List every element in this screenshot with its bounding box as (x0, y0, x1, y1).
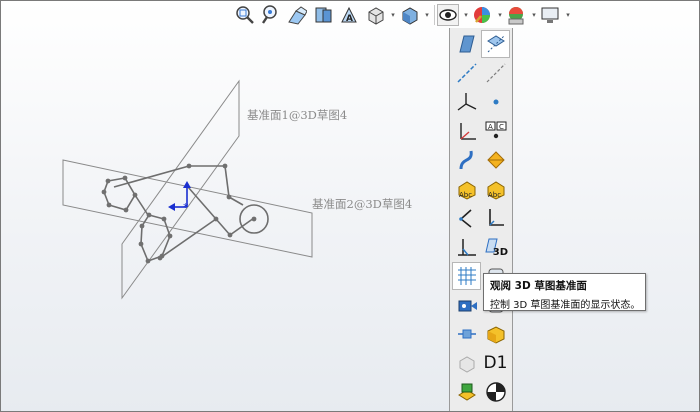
previous-view-icon[interactable] (286, 4, 308, 26)
zoom-to-area-icon[interactable] (260, 4, 282, 26)
dynamic-annotation-views-icon[interactable]: A (338, 4, 360, 26)
view-bodies-icon[interactable] (481, 320, 510, 348)
view-settings-icon[interactable] (539, 4, 561, 26)
view-3d-sketch-planes-icon[interactable]: 3D (481, 233, 510, 261)
view-points-icon[interactable] (481, 59, 510, 87)
view-axes-icon[interactable] (481, 30, 510, 58)
tooltip: 观阅 3D 草图基准面 控制 3D 草图基准面的显示状态。 (483, 273, 646, 311)
svg-text:A: A (346, 14, 353, 24)
hide-show-items-icon[interactable] (437, 4, 459, 26)
svg-text:Abc: Abc (488, 191, 501, 199)
edit-appearance-icon[interactable] (471, 4, 493, 26)
hide-show-items-flyout: AC Abc Abc 3D D1 (449, 28, 513, 412)
view-mates-icon[interactable] (452, 378, 481, 406)
chevron-down-icon[interactable]: ▾ (531, 4, 537, 26)
tooltip-title: 观阅 3D 草图基准面 (490, 280, 587, 292)
plane2-label: 基准面2@3D草图4 (312, 197, 413, 211)
chevron-down-icon[interactable]: ▾ (424, 4, 430, 26)
sketch-plane-1[interactable] (121, 79, 240, 300)
svg-text:Abc: Abc (459, 191, 472, 199)
view-sketch-relations-icon[interactable]: AC (481, 117, 510, 145)
3d-label: 3D (492, 247, 508, 258)
plane1-label: 基准面1@3D草图4 (247, 108, 348, 122)
svg-text:C: C (499, 123, 504, 131)
chevron-down-icon[interactable]: ▾ (565, 4, 571, 26)
svg-text:*: * (183, 201, 189, 214)
view-all-annotations-icon[interactable]: Abc (481, 175, 510, 203)
view-weld-beads-icon[interactable] (452, 233, 481, 261)
view-center-of-mass-icon[interactable] (481, 378, 510, 406)
apply-scene-icon[interactable] (505, 4, 527, 26)
svg-text:A: A (488, 123, 493, 131)
view-grid-icon[interactable] (452, 262, 481, 290)
view-live-section-planes-icon[interactable] (452, 320, 481, 348)
chevron-down-icon[interactable]: ▾ (390, 4, 396, 26)
sketch-origin-icon: * (168, 181, 191, 214)
view-temporary-axes-icon[interactable] (452, 59, 481, 87)
view-cameras-icon[interactable] (452, 291, 481, 319)
view-orientation-icon[interactable] (364, 4, 386, 26)
view-sketch-icon[interactable] (452, 204, 481, 232)
view-primary-dimensions-icon[interactable] (452, 349, 481, 377)
view-parting-lines-icon[interactable] (481, 146, 510, 174)
zoom-to-fit-icon[interactable] (234, 4, 256, 26)
display-style-icon[interactable] (398, 4, 420, 26)
tooltip-description: 控制 3D 草图基准面的显示状态。 (490, 300, 641, 311)
view-coordinate-systems-icon[interactable] (452, 88, 481, 116)
view-routing-points-icon[interactable] (481, 204, 510, 232)
graphics-area[interactable]: * 基准面1@3D草图4 基准面2@3D草图4 (0, 0, 700, 412)
heads-up-view-toolbar: A ▾ ▾ ▾ ▾ ▾ ▾ (234, 2, 573, 28)
view-origins-icon[interactable] (481, 88, 510, 116)
view-planes-icon[interactable] (452, 30, 481, 58)
toolbar-divider (434, 5, 435, 25)
view-curves-icon[interactable] (452, 146, 481, 174)
sketch-points[interactable] (101, 163, 257, 264)
chevron-down-icon[interactable]: ▾ (497, 4, 503, 26)
view-annotations-icon[interactable]: Abc (452, 175, 481, 203)
view-dimension-names-icon[interactable] (452, 117, 481, 145)
d1-label: D1 (483, 353, 508, 373)
section-view-icon[interactable] (312, 4, 334, 26)
view-dimension-d1-icon[interactable]: D1 (481, 349, 510, 377)
chevron-down-icon[interactable]: ▾ (463, 4, 469, 26)
